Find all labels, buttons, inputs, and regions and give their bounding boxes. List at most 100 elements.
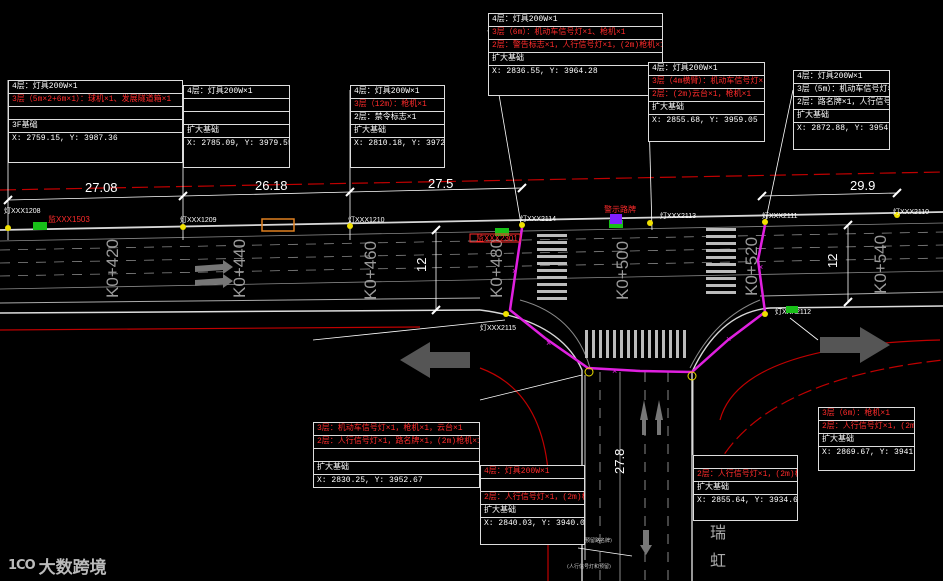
pole-marker[interactable]: 灯XXX2110 xyxy=(893,207,929,218)
callout-row: 扩大基础 xyxy=(314,462,479,475)
street-char: 瑞 xyxy=(710,523,726,542)
callout-row: 扩大基础 xyxy=(489,53,662,66)
watermark: 1CO 大数跨境 xyxy=(8,553,107,578)
svg-text:灯XXX2113: 灯XXX2113 xyxy=(660,211,696,220)
callout-row: X: 2855.68, Y: 3959.05 xyxy=(652,116,758,125)
svg-text:监XXX2301: 监XXX2301 xyxy=(476,233,518,243)
callout-row: 扩大基础 xyxy=(351,125,444,138)
callout-row: 4层：灯具200W×1 xyxy=(351,86,444,99)
callout-box[interactable]: 4层：灯具200W×1 3层（4m横臂）：机动车信号灯×2 2层：(2m)云台×1，… xyxy=(648,62,765,142)
callout-box[interactable]: 4层：灯具200W×13层（5m）：机动车信号灯×12层：路名牌×1，人行信号灯… xyxy=(793,70,890,150)
svg-text:灯XXX2114: 灯XXX2114 xyxy=(520,214,556,223)
callout-box[interactable]: 4层：灯具200W×1 3层（5m×2+6m×1）：球机×1、发展隧道箱×1 3F… xyxy=(8,80,183,163)
svg-text:×: × xyxy=(546,338,551,348)
callout-row: X: 2840.03, Y: 3940.00 xyxy=(484,519,584,528)
callout-row: 扩大基础 xyxy=(794,110,889,123)
pole-marker[interactable]: 灯XXX2114 xyxy=(519,214,556,228)
callout-box[interactable]: 2层：人行信号灯×1，(2m)枪机×1扩大基础X: 2855.64, Y: 39… xyxy=(693,455,798,521)
dim-label: 27.5 xyxy=(428,176,453,191)
callout-row: 2层：人行信号灯×1，(2m)枪机×1 xyxy=(694,469,797,482)
pole-marker[interactable]: 灯XXX2113 xyxy=(647,211,696,226)
crosswalk-south xyxy=(585,330,686,358)
pole-marker[interactable]: 灯XXX2115 xyxy=(480,311,516,332)
warning-sign-icon[interactable]: 警示路牌 xyxy=(604,204,636,224)
callout-row: 2层：路名牌×1，人行信号灯×1 xyxy=(794,97,889,110)
station-label: K0+500 xyxy=(613,241,632,300)
svg-text:×: × xyxy=(612,366,617,376)
svg-text:灯XXX2110: 灯XXX2110 xyxy=(893,207,929,216)
callout-row: 4层：灯具200W×1 xyxy=(794,71,889,84)
callout-row: 扩大基础 xyxy=(694,482,797,495)
callout-row xyxy=(481,479,584,492)
callout-row: 扩大基础 xyxy=(184,125,289,138)
station-label: K0+460 xyxy=(361,241,380,300)
street-char: 虹 xyxy=(710,551,726,570)
svg-text:灯XXX2111: 灯XXX2111 xyxy=(762,211,798,220)
callout-row: 4层：灯具200W×1 xyxy=(649,63,764,76)
dim-label: 26.18 xyxy=(255,178,288,193)
svg-text:灯XXX1209: 灯XXX1209 xyxy=(180,215,217,224)
street-name: 瑞 虹 xyxy=(710,523,726,570)
callout-row: X: 2872.88, Y: 3954.31 xyxy=(797,124,889,133)
callout-row: 2层：警告标志×1，人行信号灯×1，(2m)枪机×1 xyxy=(489,40,662,53)
camera-icon[interactable]: 监XXX2301 xyxy=(469,228,521,243)
crosswalk-west xyxy=(537,234,567,300)
station-label: K0+540 xyxy=(871,235,890,294)
callout-box[interactable]: 3层：机动车信号灯×1，枪机×1，云台×1 2层：人行信号灯×1，路名牌×1，(2… xyxy=(313,422,480,488)
callout-row: 4层：灯具200W×1 xyxy=(481,466,584,479)
callout-row: 3层：机动车信号灯×1，枪机×1，云台×1 xyxy=(314,423,479,436)
road-edges xyxy=(0,211,943,581)
callout-box[interactable]: 3层（6m）：枪机×12层：人行信号灯×1，(2m)枪机×1扩大基础X: 286… xyxy=(818,407,915,471)
pole-marker[interactable]: 灯XXX2111 xyxy=(762,211,798,225)
crosswalks xyxy=(537,228,736,358)
callout-row: X: 2836.55, Y: 3964.28 xyxy=(492,67,598,76)
station-label: K0+480 xyxy=(487,239,506,298)
callout-row: 3层（5m）：机动车信号灯×1 xyxy=(794,84,889,97)
callout-row: 4层：灯具200W×1 xyxy=(184,86,289,99)
camera-icon[interactable] xyxy=(609,220,798,313)
callout-row xyxy=(314,449,479,462)
station-label: K0+440 xyxy=(230,239,249,298)
svg-text:警示路牌: 警示路牌 xyxy=(604,204,636,214)
dimension-ticks xyxy=(3,183,902,315)
dim-label: 29.9 xyxy=(850,178,875,193)
callout-row: 2层：人行信号灯×1，路名牌×1，(2m)枪机×1 xyxy=(314,436,479,449)
callout-box[interactable]: 4层：灯具200W×1 3层（12m）：枪机×1 2层：禁令标志×1 扩大基础 X: 2… xyxy=(350,85,445,168)
svg-text:监XXX1503: 监XXX1503 xyxy=(48,214,90,224)
callout-row xyxy=(184,99,289,112)
callout-row: 3层（5m×2+6m×1）：球机×1、发展隧道箱×1 xyxy=(9,94,182,107)
pole-marker[interactable]: 灯XXX1209 xyxy=(180,215,217,230)
callout-row: 3层（6m）：机动车信号灯×1、枪机×1 xyxy=(489,27,662,40)
dim-label: 12 xyxy=(414,258,429,272)
callout-row: 3层（12m）：枪机×1 xyxy=(351,99,444,112)
callout-row xyxy=(184,112,289,125)
callout-row: 扩大基础 xyxy=(649,102,764,115)
watermark-text: 大数跨境 xyxy=(38,558,107,578)
svg-text:×: × xyxy=(758,262,763,272)
note-text: (人行信号灯和预留) xyxy=(567,563,611,570)
callout-row: X: 2830.25, Y: 3952.67 xyxy=(317,476,423,485)
callout-box[interactable]: 4层：灯具200W×1 扩大基础 X: 2785.09, Y: 3979.55 xyxy=(183,85,290,168)
callout-row: 2层：人行信号灯×1，(2m)枪机×1 xyxy=(481,492,584,505)
svg-text:灯XXX2115: 灯XXX2115 xyxy=(480,323,516,332)
callout-row: 3F基础 xyxy=(9,120,182,133)
svg-text:×: × xyxy=(726,334,731,344)
callout-box[interactable]: 4层：灯具200W×1 2层：人行信号灯×1，(2m)枪机×1扩大基础X: 28… xyxy=(480,465,585,545)
callout-row xyxy=(9,107,182,120)
callout-row: 3层（4m横臂）：机动车信号灯×2 xyxy=(649,76,764,89)
watermark-logo: 1CO xyxy=(8,558,36,573)
svg-text:灯XXX1208: 灯XXX1208 xyxy=(4,206,41,215)
red-boundary-lines xyxy=(0,171,943,581)
callout-row: X: 2759.15, Y: 3987.36 xyxy=(12,134,118,143)
callout-row: 3层（6m）：枪机×1 xyxy=(819,408,914,421)
svg-text:灯XXX1210: 灯XXX1210 xyxy=(348,215,385,224)
pole-marker[interactable]: 灯XXX1210 xyxy=(347,215,385,229)
dim-label: 27.08 xyxy=(85,180,118,195)
callout-row xyxy=(694,456,797,469)
note-text: (预留路名牌) xyxy=(583,537,612,544)
callout-row: 2层：(2m)云台×1，枪机×1 xyxy=(649,89,764,102)
callout-row: X: 2869.67, Y: 3941.84 xyxy=(822,448,914,457)
callout-box[interactable]: 4层：灯具200W×1 3层（6m）：机动车信号灯×1、枪机×1 2层：警告标志×1… xyxy=(488,13,663,96)
callout-row: 4层：灯具200W×1 xyxy=(489,14,662,27)
callout-row: 扩大基础 xyxy=(819,434,914,447)
